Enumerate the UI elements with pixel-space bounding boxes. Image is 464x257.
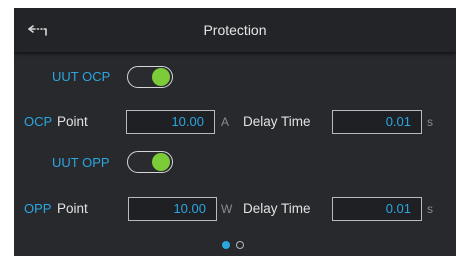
protection-screen: Protection UUT OCP OCP Point 10.00 A Del… bbox=[14, 8, 456, 256]
uut-ocp-toggle[interactable] bbox=[127, 66, 173, 88]
opp-delay-label: Delay Time bbox=[243, 201, 311, 216]
opp-point-label: Point bbox=[57, 201, 88, 216]
opp-point-unit: W bbox=[221, 202, 233, 216]
ocp-delay-input[interactable]: 0.01 bbox=[332, 110, 422, 134]
back-arrow-icon bbox=[28, 25, 47, 36]
ocp-delay-label: Delay Time bbox=[243, 114, 311, 129]
ocp-point-unit: A bbox=[221, 115, 230, 129]
uut-opp-label: UUT OPP bbox=[52, 155, 110, 170]
opp-delay-input[interactable]: 0.01 bbox=[332, 197, 422, 221]
ocp-point-label: Point bbox=[57, 114, 88, 129]
ocp-point-input[interactable]: 10.00 bbox=[126, 110, 215, 134]
ocp-point-label-prefix: OCP bbox=[24, 114, 53, 129]
uut-opp-toggle[interactable] bbox=[127, 151, 173, 173]
ocp-delay-unit: s bbox=[427, 115, 433, 129]
toggle-knob bbox=[152, 68, 170, 86]
title-bar: Protection bbox=[14, 8, 456, 52]
uut-ocp-label: UUT OCP bbox=[52, 69, 111, 84]
toggle-knob bbox=[152, 153, 170, 171]
opp-point-input[interactable]: 10.00 bbox=[128, 197, 217, 221]
opp-point-label-prefix: OPP bbox=[24, 201, 52, 216]
opp-delay-unit: s bbox=[427, 202, 433, 216]
page-dot-inactive[interactable] bbox=[236, 241, 244, 249]
page-dot-active[interactable] bbox=[222, 241, 230, 249]
page-title: Protection bbox=[203, 22, 267, 38]
back-button[interactable] bbox=[26, 18, 54, 42]
